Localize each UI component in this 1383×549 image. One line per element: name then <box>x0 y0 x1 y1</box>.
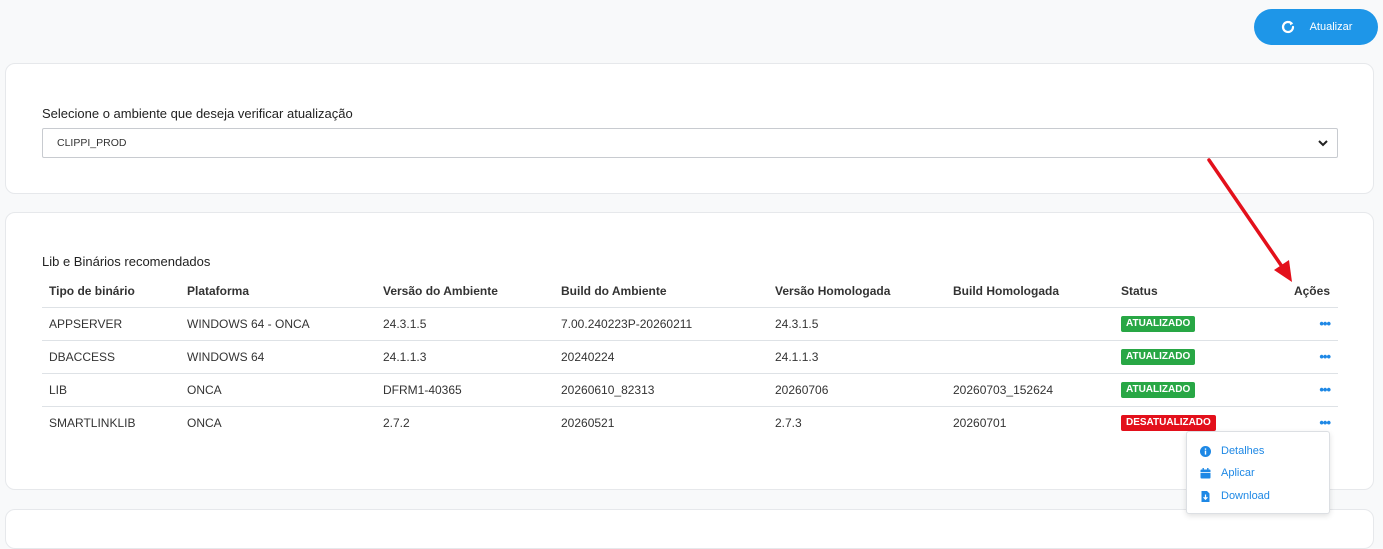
cell-env-build: 20260610_82313 <box>554 373 768 407</box>
binaries-table: Tipo de binário Plataforma Versão do Amb… <box>42 275 1338 439</box>
menu-item-label: Aplicar <box>1221 467 1255 479</box>
col-status: Status <box>1114 275 1234 308</box>
cell-actions: ••• <box>1234 307 1338 341</box>
status-badge: ATUALIZADO <box>1121 316 1196 332</box>
table-row: SMARTLINKLIB ONCA 2.7.2 20260521 2.7.3 2… <box>42 406 1338 439</box>
cell-type: APPSERVER <box>42 307 180 341</box>
cell-platform: ONCA <box>180 373 376 407</box>
environment-select-value: CLIPPI_PROD <box>57 137 127 149</box>
menu-item-label: Download <box>1221 490 1270 502</box>
cell-env-build: 20260521 <box>561 415 615 430</box>
cell-approved-version: 2.7.3 <box>775 415 802 430</box>
cell-approved-build <box>946 307 1114 341</box>
binaries-title: Lib e Binários recomendados <box>42 254 211 269</box>
cell-platform: WINDOWS 64 <box>180 340 376 374</box>
cell-approved-version: 20260706 <box>768 373 946 407</box>
col-actions: Ações <box>1234 275 1338 308</box>
cell-env-version: DFRM1-40365 <box>376 373 554 407</box>
more-actions-button[interactable]: ••• <box>1319 415 1331 430</box>
menu-item-details[interactable]: Detalhes <box>1200 443 1264 459</box>
more-actions-button[interactable]: ••• <box>1319 316 1331 331</box>
file-download-icon <box>1200 490 1211 502</box>
table-row: LIB ONCA DFRM1-40365 20260610_82313 2026… <box>42 373 1338 407</box>
status-badge: ATUALIZADO <box>1121 349 1196 365</box>
environment-label: Selecione o ambiente que deseja verifica… <box>42 106 353 121</box>
cell-type: DBACCESS <box>42 340 180 374</box>
environment-card: Selecione o ambiente que deseja verifica… <box>5 63 1374 194</box>
col-approved-build: Build Homologada <box>946 275 1114 308</box>
actions-dropdown-menu: Detalhes Aplicar Download <box>1186 431 1330 514</box>
col-platform: Plataforma <box>180 275 376 308</box>
table-row: APPSERVER WINDOWS 64 - ONCA 24.3.1.5 7.0… <box>42 307 1338 341</box>
cell-env-version: 24.1.1.3 <box>376 340 554 374</box>
cell-actions: ••• <box>1234 340 1338 374</box>
status-badge: DESATUALIZADO <box>1121 415 1216 432</box>
cell-approved-build: 20260703_152624 <box>946 373 1114 407</box>
cell-approved-version: 24.1.1.3 <box>768 340 946 374</box>
cell-status: ATUALIZADO <box>1114 340 1234 374</box>
table-row: DBACCESS WINDOWS 64 24.1.1.3 20240224 24… <box>42 340 1338 374</box>
cell-status: ATUALIZADO <box>1114 373 1234 407</box>
binaries-card: Lib e Binários recomendados Tipo de biná… <box>5 212 1374 490</box>
cell-type: SMARTLINKLIB <box>49 415 136 430</box>
cell-env-build: 7.00.240223P-20260211 <box>554 307 768 341</box>
chevron-down-icon <box>1317 137 1329 149</box>
cell-platform: WINDOWS 64 - ONCA <box>180 307 376 341</box>
refresh-icon <box>1280 19 1296 35</box>
cell-approved-build <box>946 340 1114 374</box>
col-approved-version: Versão Homologada <box>768 275 946 308</box>
cell-type: LIB <box>42 373 180 407</box>
menu-item-label: Detalhes <box>1221 445 1265 457</box>
cell-actions: ••• <box>1234 373 1338 407</box>
more-actions-button[interactable]: ••• <box>1319 382 1331 397</box>
calendar-icon <box>1200 467 1211 479</box>
cell-approved-version: 24.3.1.5 <box>768 307 946 341</box>
menu-item-apply[interactable]: Aplicar <box>1200 465 1255 481</box>
col-env-build: Build do Ambiente <box>554 275 768 308</box>
environment-select[interactable]: CLIPPI_PROD <box>42 128 1338 158</box>
cell-env-version: 24.3.1.5 <box>376 307 554 341</box>
cell-status: ATUALIZADO <box>1114 307 1234 341</box>
status-badge: ATUALIZADO <box>1121 382 1196 398</box>
cell-platform: ONCA <box>187 415 222 430</box>
table-header-row: Tipo de binário Plataforma Versão do Amb… <box>42 275 1338 308</box>
bottom-card <box>5 509 1374 549</box>
col-type: Tipo de binário <box>42 275 180 308</box>
top-bar: Atualizar <box>0 0 1383 60</box>
cell-env-version: 2.7.2 <box>383 415 410 430</box>
cell-approved-build: 20260701 <box>953 415 1007 430</box>
more-actions-button[interactable]: ••• <box>1319 349 1331 364</box>
menu-item-download[interactable]: Download <box>1200 488 1270 504</box>
info-icon <box>1200 445 1211 457</box>
col-env-version: Versão do Ambiente <box>376 275 554 308</box>
cell-env-build: 20240224 <box>554 340 768 374</box>
refresh-button[interactable]: Atualizar <box>1254 9 1378 45</box>
refresh-button-label: Atualizar <box>1309 21 1353 33</box>
